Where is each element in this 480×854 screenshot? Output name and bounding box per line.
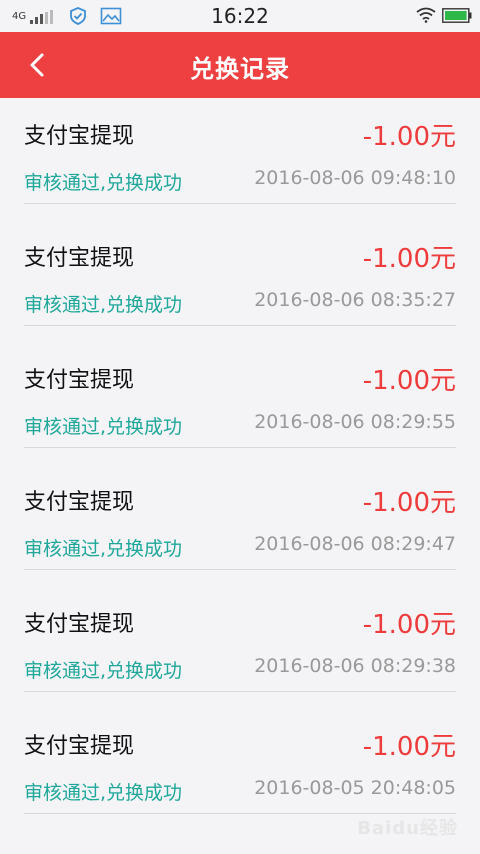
record-amount: -1.00元	[362, 610, 456, 640]
list-item[interactable]: 支付宝提现 -1.00元 审核通过,兑换成功 2016-08-06 08:35:…	[0, 220, 480, 342]
record-name: 支付宝提现	[24, 490, 135, 515]
record-time: 2016-08-06 08:29:38	[254, 655, 456, 677]
list-item[interactable]: 支付宝提现 -1.00元 审核通过,兑换成功 2016-08-06 08:29:…	[0, 464, 480, 586]
record-amount: -1.00元	[362, 732, 456, 762]
divider	[24, 203, 456, 204]
page-title: 兑换记录	[190, 55, 290, 83]
record-name: 支付宝提现	[24, 734, 135, 759]
record-status: 审核通过,兑换成功	[24, 538, 183, 560]
watermark: Baidu经验	[357, 818, 458, 839]
record-amount: -1.00元	[362, 244, 456, 274]
divider	[24, 569, 456, 570]
record-time: 2016-08-06 08:29:47	[254, 533, 456, 555]
record-status: 审核通过,兑换成功	[24, 660, 183, 682]
record-name: 支付宝提现	[24, 124, 135, 149]
record-status: 审核通过,兑换成功	[24, 172, 183, 194]
exchange-record-list: 支付宝提现 -1.00元 审核通过,兑换成功 2016-08-06 09:48:…	[0, 98, 480, 830]
list-item[interactable]: 支付宝提现 -1.00元 审核通过,兑换成功 2016-08-06 09:48:…	[0, 98, 480, 220]
record-time: 2016-08-06 09:48:10	[254, 167, 456, 189]
record-time: 2016-08-06 08:35:27	[254, 289, 456, 311]
record-name: 支付宝提现	[24, 612, 135, 637]
record-amount: -1.00元	[362, 122, 456, 152]
record-status: 审核通过,兑换成功	[24, 782, 183, 804]
divider	[24, 325, 456, 326]
divider	[24, 447, 456, 448]
record-time: 2016-08-06 08:29:55	[254, 411, 456, 433]
record-status: 审核通过,兑换成功	[24, 416, 183, 438]
wifi-icon	[416, 7, 436, 23]
divider	[24, 691, 456, 692]
list-item[interactable]: 支付宝提现 -1.00元 审核通过,兑换成功 2016-08-05 20:48:…	[0, 708, 480, 830]
record-amount: -1.00元	[362, 488, 456, 518]
record-time: 2016-08-05 20:48:05	[254, 777, 456, 799]
battery-icon	[442, 8, 472, 23]
app-header: 兑换记录	[0, 32, 480, 98]
record-name: 支付宝提现	[24, 368, 135, 393]
record-name: 支付宝提现	[24, 246, 135, 271]
clock: 16:22	[211, 4, 269, 28]
record-amount: -1.00元	[362, 366, 456, 396]
status-bar: 4G 16:22	[0, 0, 480, 32]
list-item[interactable]: 支付宝提现 -1.00元 审核通过,兑换成功 2016-08-06 08:29:…	[0, 342, 480, 464]
record-status: 审核通过,兑换成功	[24, 294, 183, 316]
list-item[interactable]: 支付宝提现 -1.00元 审核通过,兑换成功 2016-08-06 08:29:…	[0, 586, 480, 708]
